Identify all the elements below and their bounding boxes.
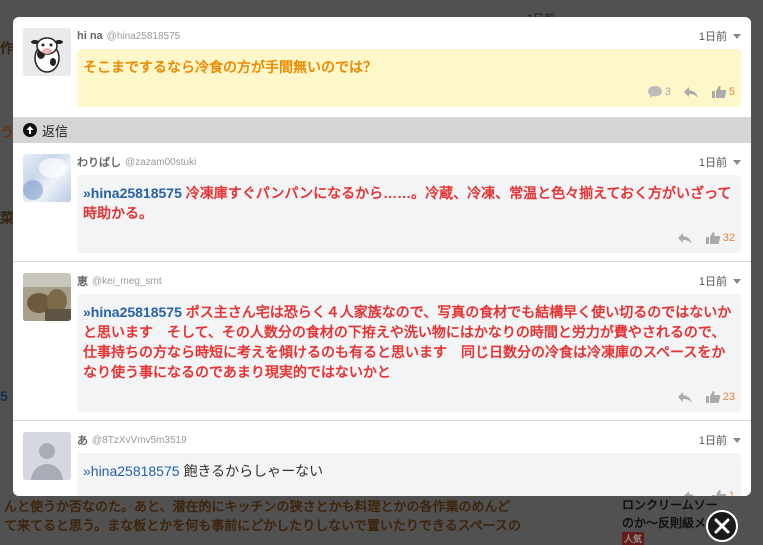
avatar[interactable] [23, 273, 71, 321]
arrow-up-circle-icon [23, 123, 37, 137]
reply-section-header[interactable]: 返信 [13, 117, 751, 143]
reply-count-button[interactable]: 3 [647, 85, 671, 99]
like-count: 23 [722, 391, 735, 403]
time-text: 1日前 [698, 276, 727, 288]
thumbs-up-icon [705, 391, 720, 403]
reply-button[interactable] [677, 231, 693, 245]
comment-text: »hina25818575 ポス主さん宅は恐らく４人家族なので、写真の食材でも結… [83, 302, 735, 382]
like-button[interactable]: 5 [711, 85, 735, 99]
comment-handle[interactable]: @zazam00stuki [125, 157, 196, 168]
like-count: 32 [722, 232, 735, 244]
comment-reply: あ @8TzXvVmv5m3519 1日前 »hina25818575 飽きるか… [13, 421, 751, 496]
chevron-down-icon[interactable] [733, 437, 741, 443]
like-button[interactable]: 23 [705, 390, 735, 404]
comment-author[interactable]: わりばし [77, 154, 121, 170]
comment-handle[interactable]: @kei_meg_smt [92, 276, 162, 287]
comment-header: 恵 @kei_meg_smt 1日前 [77, 273, 741, 289]
like-button[interactable]: 32 [705, 231, 735, 245]
comment-actions: 3 5 [83, 83, 735, 101]
comment-thread-modal: hi na @hina25818575 1日前 そこまでするなら冷食の方が手間無… [13, 17, 751, 496]
comment-actions: 32 [83, 229, 735, 247]
comment-header: hi na @hina25818575 1日前 [77, 28, 741, 44]
comment-bubble: »hina25818575 飽きるからしゃーない 1 [77, 453, 741, 496]
close-modal-button[interactable] [706, 510, 738, 542]
comment-author[interactable]: hi na [77, 30, 103, 42]
comment-text: »hina25818575 飽きるからしゃーない [83, 461, 735, 481]
comment-header: あ @8TzXvVmv5m3519 1日前 [77, 432, 741, 448]
comment-author[interactable]: 恵 [77, 273, 88, 289]
thumbs-up-icon [711, 490, 727, 496]
comment-body: 飽きるからしゃーない [183, 463, 324, 479]
comment-header: わりばし @zazam00stuki 1日前 [77, 154, 741, 170]
reply-button[interactable] [683, 85, 699, 99]
comment-handle[interactable]: @8TzXvVmv5m3519 [92, 435, 187, 446]
mention-link[interactable]: »hina25818575 [83, 463, 180, 479]
comment-reply: 恵 @kei_meg_smt 1日前 »hina25818575 ポス主さん宅は… [13, 262, 751, 412]
comment-handle[interactable]: @hina25818575 [107, 31, 181, 42]
comment-bubble: »hina25818575 冷凍庫すぐパンパンになるから……。冷蔵、冷凍、常温と… [77, 175, 741, 253]
mention-link[interactable]: »hina25818575 [83, 185, 182, 201]
default-user-icon [23, 432, 71, 480]
comment-bubble: そこまでするなら冷食の方が手間無いのでは？ 3 5 [77, 49, 741, 107]
reply-count: 3 [664, 86, 671, 98]
close-icon [714, 518, 730, 534]
reply-arrow-icon [677, 233, 692, 244]
comment-time[interactable]: 1日前 [699, 154, 741, 170]
mention-link[interactable]: »hina25818575 [83, 304, 182, 320]
comment-time[interactable]: 1日前 [699, 28, 741, 44]
cow-avatar-icon [23, 28, 71, 76]
comment-actions: 1 [83, 487, 735, 496]
comment-text: そこまでするなら冷食の方が手間無いのでは？ [83, 59, 377, 75]
avatar[interactable] [23, 28, 71, 76]
time-text: 1日前 [698, 157, 727, 169]
reply-button[interactable] [677, 390, 693, 404]
comment-text: »hina25818575 冷凍庫すぐパンパンになるから……。冷蔵、冷凍、常温と… [83, 183, 735, 223]
avatar[interactable] [23, 154, 71, 202]
time-text: 1日前 [698, 435, 727, 447]
comment-parent: hi na @hina25818575 1日前 そこまでするなら冷食の方が手間無… [13, 17, 751, 107]
reply-arrow-icon [683, 491, 695, 496]
like-count: 5 [728, 86, 735, 98]
blurry-photo-avatar-icon [23, 158, 67, 200]
comment-reply: わりばし @zazam00stuki 1日前 »hina25818575 冷凍庫… [13, 143, 751, 253]
comment-author[interactable]: あ [77, 432, 88, 448]
photo-avatar-icon [23, 273, 71, 321]
like-count: 1 [728, 490, 735, 496]
chevron-down-icon[interactable] [733, 33, 741, 39]
reply-section-label: 返信 [42, 123, 69, 139]
reply-arrow-icon [677, 392, 692, 403]
speech-bubble-icon [647, 86, 662, 98]
reply-button[interactable] [683, 489, 699, 496]
comment-time[interactable]: 1日前 [699, 432, 741, 448]
comment-time[interactable]: 1日前 [699, 273, 741, 289]
time-text: 1日前 [698, 31, 727, 43]
chevron-down-icon[interactable] [733, 278, 741, 284]
comment-bubble: »hina25818575 ポス主さん宅は恐らく４人家族なので、写真の食材でも結… [77, 294, 741, 412]
thumbs-up-icon [711, 86, 727, 98]
comment-actions: 23 [83, 388, 735, 406]
thumbs-up-icon [705, 232, 720, 244]
chevron-down-icon[interactable] [733, 159, 741, 165]
avatar[interactable] [23, 432, 71, 480]
reply-arrow-icon [683, 87, 698, 98]
like-button[interactable]: 1 [711, 489, 735, 496]
